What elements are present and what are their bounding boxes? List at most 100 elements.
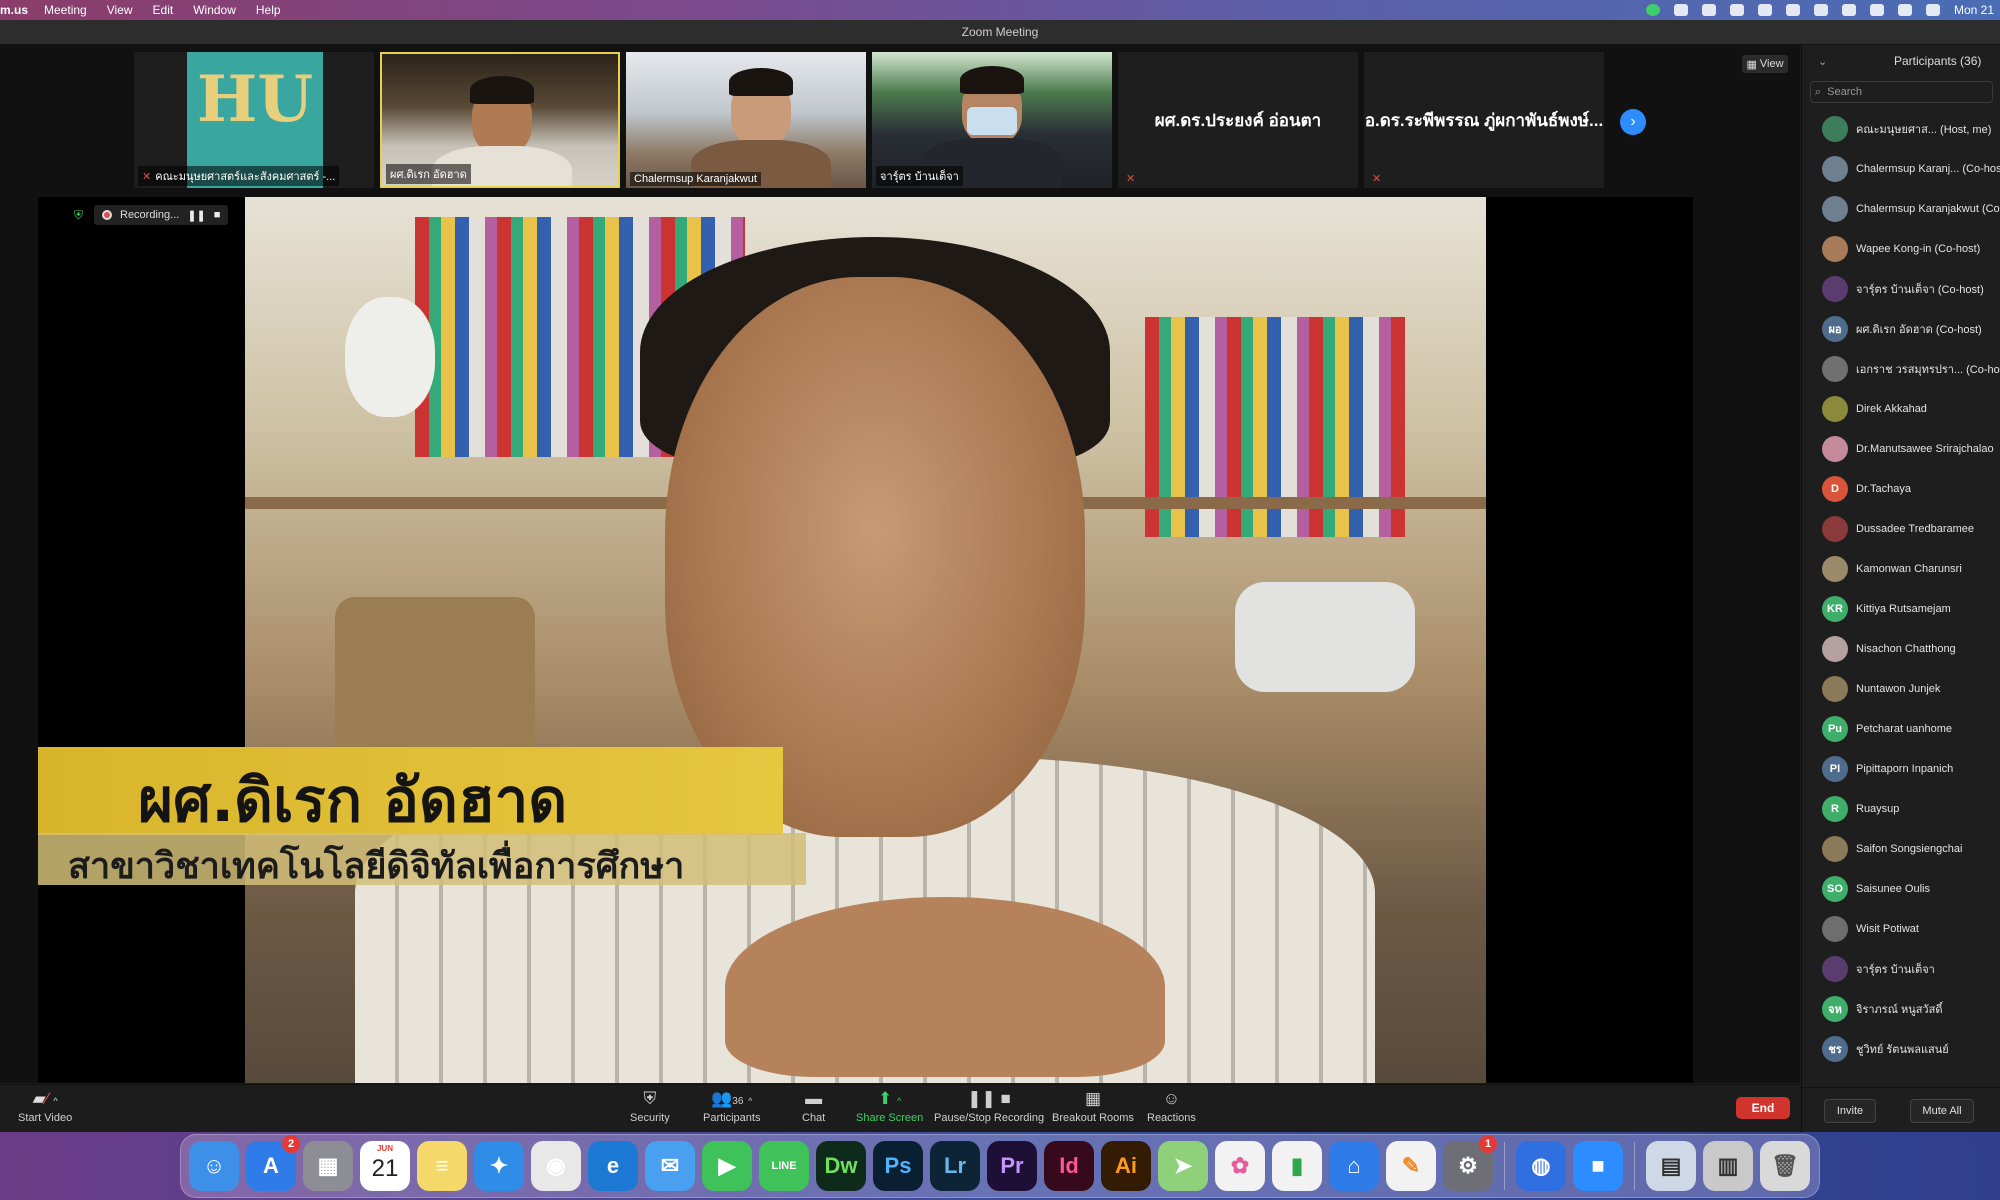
dock-app-dreamweaver-icon[interactable]: Dw [816,1141,866,1191]
pause-recording-icon[interactable]: ❚❚ [187,209,205,222]
participant-row[interactable]: Chalermsup Karanj... (Co-host) [1802,149,2000,189]
dock-app-photoshop-icon[interactable]: Ps [873,1141,923,1191]
notification-tray-icon[interactable] [1701,4,1716,16]
video-thumbnail[interactable]: HU ✕ คณะมนุษยศาสตร์และสังคมศาสตร์ -... [134,52,374,188]
participant-row[interactable]: จห จิราภรณ์ หนูสวัสดิ์ [1802,989,2000,1029]
dock-app-system-preferences-icon[interactable]: ⚙ 1 [1443,1135,1497,1191]
cloud-sync-tray-icon[interactable] [1757,4,1772,16]
view-button[interactable]: ▦ View [1742,55,1788,73]
start-video-button[interactable]: ▰⁄ ^ Start Video [18,1089,72,1124]
menu-clock[interactable]: Mon 21 [1954,3,1994,17]
dock-app-downloads-icon[interactable]: ▥ [1703,1141,1753,1191]
participant-row[interactable]: จารุ์ตร บ้านเต็จา (Co-host) [1802,269,2000,309]
app-glyph: ✎ [1401,1153,1421,1178]
next-page-arrow-icon[interactable]: › [1620,109,1646,135]
participant-row[interactable]: เอกราช วรสมุทรปรา... (Co-host) [1802,349,2000,389]
participant-row[interactable]: R Ruaysup [1802,789,2000,829]
participant-row[interactable]: D Dr.Tachaya [1802,469,2000,509]
video-thumbnail[interactable]: อ.ดร.ระพีพรรณ ภู่ผกาพันธ์พงษ์... ✕ [1364,52,1604,188]
breakout-rooms-button[interactable]: ▦ Breakout Rooms [1052,1089,1134,1124]
participant-row[interactable]: Kamonwan Charunsri [1802,549,2000,589]
siri-icon[interactable] [1925,4,1940,16]
dock-app-finder-icon[interactable]: ☺ [189,1141,239,1191]
video-thumbnail-active[interactable]: ผศ.ดิเรก อัดฮาด [380,52,620,188]
avatar [1822,636,1848,662]
participant-row[interactable]: Pu Petcharat uanhome [1802,709,2000,749]
network-tray-icon[interactable] [1785,4,1800,16]
invite-button[interactable]: Invite [1824,1099,1876,1123]
participant-row[interactable]: คณะมนุษยศาส... (Host, me) [1802,109,2000,149]
dock-app-maps-icon[interactable]: ➤ [1158,1141,1208,1191]
participants-button[interactable]: 👥36 ^ Participants [703,1089,760,1124]
participant-row[interactable]: จารุ์ตร บ้านเต็จา [1802,949,2000,989]
video-thumbnail[interactable]: จารุ์ตร บ้านเต็จา [872,52,1112,188]
dock-app-launchpad-icon[interactable]: ▦ [303,1141,353,1191]
dock-app-trash-icon[interactable]: 🗑 [1760,1141,1810,1191]
dock-app-photos-icon[interactable]: ✿ [1215,1141,1265,1191]
end-meeting-button[interactable]: End [1736,1097,1790,1119]
input-source-icon[interactable] [1813,4,1828,16]
participant-search-input[interactable]: ⌕ Search [1810,81,1993,103]
dock-app-line-icon[interactable]: LINE [759,1141,809,1191]
dock-app-calendar-icon[interactable]: JUN 21 [360,1141,410,1191]
dock-app-mail-icon[interactable]: ✉ [645,1141,695,1191]
participant-row[interactable]: Wapee Kong-in (Co-host) [1802,229,2000,269]
menu-window[interactable]: Window [183,3,246,17]
mute-all-button[interactable]: Mute All [1910,1099,1974,1123]
dock-app-numbers-icon[interactable]: ▮ [1272,1141,1322,1191]
dock-app-zoom-icon[interactable]: ■ [1573,1141,1623,1191]
search-icon[interactable] [1869,4,1884,16]
dock-app-lightroom-icon[interactable]: Lr [930,1141,980,1191]
menu-meeting[interactable]: Meeting [34,3,97,17]
chat-button[interactable]: ▬ Chat [802,1089,825,1124]
share-screen-button[interactable]: ⬆ ^ Share Screen [856,1089,923,1124]
dock-app-notes-icon[interactable]: ≡ [417,1141,467,1191]
dock-app-indesign-icon[interactable]: Id [1044,1141,1094,1191]
chevron-up-icon[interactable]: ^ [748,1096,752,1106]
participant-row[interactable]: Nisachon Chatthong [1802,629,2000,669]
participant-row[interactable]: SO Saisunee Oulis [1802,869,2000,909]
wifi-off-icon[interactable] [1841,4,1856,16]
participant-row[interactable]: Saifon Songsiengchai [1802,829,2000,869]
participant-row[interactable]: ผอ ผศ.ดิเรก อัดฮาด (Co-host) [1802,309,2000,349]
video-thumbnail[interactable]: Chalermsup Karanjakwut [626,52,866,188]
participant-row[interactable]: PI Pipittaporn Inpanich [1802,749,2000,789]
chat-bubble-icon: ▬ [805,1089,823,1108]
participant-row[interactable]: Wisit Potiwat [1802,909,2000,949]
video-off-icon: ▰⁄ ^ [32,1089,58,1108]
dock-app-preview-icon[interactable]: ▤ [1646,1141,1696,1191]
participant-row[interactable]: Direk Akkahad [1802,389,2000,429]
collapse-chevron-icon[interactable]: ⌄ [1818,55,1827,68]
control-center-icon[interactable] [1897,4,1912,16]
creative-cloud-tray-icon[interactable] [1729,4,1744,16]
video-thumbnail[interactable]: ผศ.ดร.ประยงค์ อ่อนตา ✕ [1118,52,1358,188]
dock-app-premiere-icon[interactable]: Pr [987,1141,1037,1191]
dock-app-facetime-icon[interactable]: ▶ [702,1141,752,1191]
line-tray-icon[interactable] [1645,4,1660,16]
zoom-tray-icon[interactable] [1673,4,1688,16]
participant-row[interactable]: Dussadee Tredbaramee [1802,509,2000,549]
dock-app-app-store-icon[interactable]: A2 [246,1135,300,1191]
participant-row[interactable]: Dr.Manutsawee Srirajchalao [1802,429,2000,469]
menu-edit[interactable]: Edit [143,3,184,17]
dock-app-network-drive-icon[interactable]: ◍ [1516,1141,1566,1191]
participant-row[interactable]: Nuntawon Junjek [1802,669,2000,709]
dock-app-pages-icon[interactable]: ✎ [1386,1141,1436,1191]
participant-row[interactable]: Chalermsup Karanjakwut (Co-host) [1802,189,2000,229]
stop-recording-icon[interactable]: ■ [214,209,221,221]
menu-view[interactable]: View [97,3,143,17]
participant-row[interactable]: ชร ชูวิทย์ รัตนพลแสนย์ [1802,1029,2000,1069]
reactions-button[interactable]: ☺ Reactions [1147,1089,1196,1124]
pause-stop-recording-button[interactable]: ❚❚ ■ Pause/Stop Recording [934,1089,1044,1124]
app-menu-name[interactable]: m.us [0,3,34,17]
dock-app-edge-icon[interactable]: e [588,1141,638,1191]
dock-app-chrome-icon[interactable]: ◉ [531,1141,581,1191]
security-button[interactable]: ⛨ Security [630,1089,670,1124]
dock-app-safari-icon[interactable]: ✦ [474,1141,524,1191]
chevron-up-icon[interactable]: ^ [897,1096,901,1106]
menu-help[interactable]: Help [246,3,291,17]
participant-row[interactable]: KR Kittiya Rutsamejam [1802,589,2000,629]
dock-app-illustrator-icon[interactable]: Ai [1101,1141,1151,1191]
chevron-up-icon[interactable]: ^ [53,1096,57,1106]
dock-app-keynote-icon[interactable]: ⌂ [1329,1141,1379,1191]
